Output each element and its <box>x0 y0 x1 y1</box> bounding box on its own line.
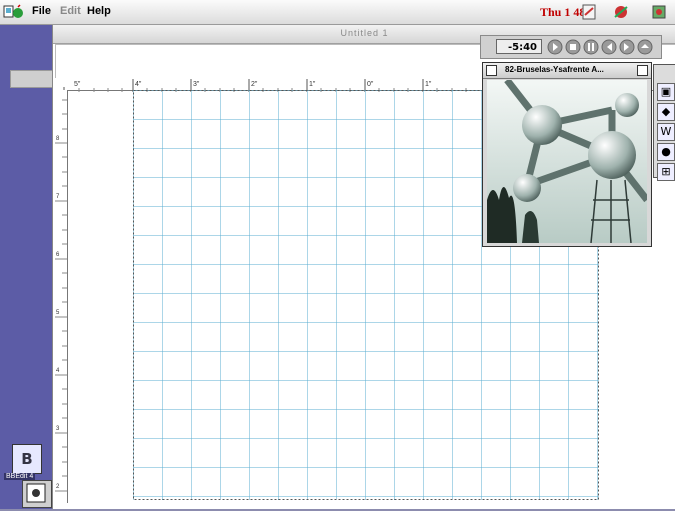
ruler-top-label: 1" <box>309 81 316 88</box>
palette-tool-2-icon[interactable]: ◆ <box>657 103 675 121</box>
stop-button[interactable] <box>565 39 581 59</box>
ruler-top-label: 0" <box>367 81 374 88</box>
control-strip-icon[interactable] <box>612 3 630 24</box>
time-display: -5:40 <box>496 39 542 54</box>
movie-window: 82-Bruselas-Ysafrente A... <box>482 62 652 247</box>
movie-controller: -5:40 <box>480 35 662 59</box>
ruler-top-label: 4" <box>135 81 142 88</box>
eject-button[interactable] <box>637 39 653 59</box>
menu-help[interactable]: Help <box>87 5 111 17</box>
desktop-widget[interactable] <box>10 70 54 88</box>
movie-title-bar[interactable]: 82-Bruselas-Ysafrente A... <box>483 63 651 79</box>
application-menu-icon[interactable] <box>650 3 668 24</box>
menu-file[interactable]: File <box>32 5 51 17</box>
bbedit-label: BBEdit 4 <box>4 473 36 480</box>
ruler-left-label: 5 <box>56 310 60 316</box>
menu-bar: File Edit Help Thu 1 48 <box>0 0 675 25</box>
palette-tool-4-icon[interactable]: ● <box>657 143 675 161</box>
ruler-left-label: 4 <box>56 368 60 374</box>
desktop-strip <box>0 25 52 509</box>
movie-title: 82-Bruselas-Ysafrente A... <box>505 65 604 74</box>
ruler-top-label: 2" <box>251 81 258 88</box>
ruler-left-label: 6 <box>56 252 60 258</box>
rewind-button[interactable] <box>601 39 617 59</box>
ruler-left-label: 2 <box>56 484 60 490</box>
ruler-left-label: 7 <box>56 194 60 200</box>
apple-menu-icon[interactable] <box>3 4 25 20</box>
app-switcher-icon[interactable] <box>581 3 599 24</box>
ruler-left-label: 3 <box>56 426 60 432</box>
bbedit-icon[interactable]: B <box>12 444 42 474</box>
movie-frame[interactable] <box>487 77 650 244</box>
menu-edit[interactable]: Edit <box>60 5 81 17</box>
menu-clock[interactable]: Thu 1 48 <box>540 5 585 20</box>
ruler-top-label: 5" <box>74 81 81 88</box>
palette-tool-3-icon[interactable]: W <box>657 123 675 141</box>
ruler-left-label: 8 <box>56 136 60 142</box>
close-box[interactable] <box>486 65 497 76</box>
ruler-top-label: 1" <box>425 81 432 88</box>
play-button[interactable] <box>547 39 563 59</box>
pause-button[interactable] <box>583 39 599 59</box>
palette-tool-5-icon[interactable]: ⊞ <box>657 163 675 181</box>
palette-tool-1-icon[interactable]: ▣ <box>657 83 675 101</box>
fast-forward-button[interactable] <box>619 39 635 59</box>
finder-icon[interactable] <box>22 480 52 508</box>
ruler-top-label: 3" <box>193 81 200 88</box>
vertical-ruler: 8 7 6 5 4 3 2 <box>55 90 68 503</box>
tool-palette: ▣ ◆ W ● ⊞ <box>653 64 675 181</box>
zoom-box[interactable] <box>637 65 648 76</box>
